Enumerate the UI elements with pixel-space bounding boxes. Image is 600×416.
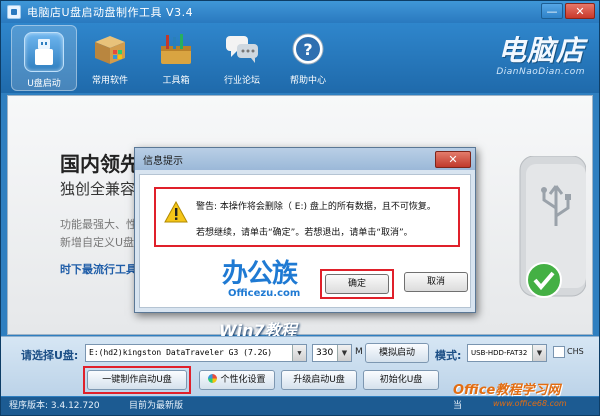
ok-button[interactable]: 确定 <box>325 274 389 294</box>
instruction-text: 若想继续，请单击“确定”。若想退出，请单击“取消”。 <box>196 228 413 238</box>
toolbar-item-label: 工具箱 <box>162 76 190 86</box>
brand-domain: DianNaoDian.com <box>496 67 585 77</box>
toolbar-item-usb-boot[interactable]: U盘启动 <box>11 25 77 91</box>
usb-device-select[interactable]: E:(hd2)kingston DataTraveler G3 (7.2G) ▼ <box>85 344 307 362</box>
usb-select-label: 请选择U盘: <box>21 349 79 362</box>
watermark-logo-sub: Officezu.com <box>228 288 301 299</box>
toolbar-item-label: U盘启动 <box>27 79 61 89</box>
dialog-close-button[interactable]: ✕ <box>435 151 471 168</box>
toolbar-item-label: 常用软件 <box>91 76 128 86</box>
update-status-text: 目前为最新版 <box>129 401 184 411</box>
mode-label: 模式: <box>435 349 462 362</box>
personalize-label: 个性化设置 <box>220 375 266 385</box>
window-controls: — ✕ <box>541 3 595 19</box>
help-icon: ? <box>288 29 328 69</box>
usb-drive-illustration-icon <box>519 156 586 298</box>
software-box-icon <box>90 29 130 69</box>
forum-chat-icon <box>222 29 262 69</box>
confirm-dialog: 信息提示 ✕ 警告: 本操作将会删除（ E:) 盘上的所有数据，且不可恢复。 若… <box>134 147 476 313</box>
close-button[interactable]: ✕ <box>565 3 595 19</box>
usb-device-value: E:(hd2)kingston DataTraveler G3 (7.2G) <box>89 348 273 357</box>
ok-button-highlight: 确定 <box>320 269 394 299</box>
dialog-title-bar: 信息提示 ✕ <box>135 148 475 170</box>
upgrade-usb-button[interactable]: 升级启动U盘 <box>281 370 357 390</box>
color-wheel-icon <box>208 374 218 383</box>
chevron-down-icon[interactable]: ▼ <box>532 345 546 361</box>
minimize-button[interactable]: — <box>541 3 563 19</box>
simulate-boot-button[interactable]: 模拟启动 <box>365 343 429 363</box>
dialog-body: 警告: 本操作将会删除（ E:) 盘上的所有数据，且不可恢复。 若想继续，请单击… <box>139 174 471 308</box>
cancel-button[interactable]: 取消 <box>404 272 468 292</box>
office68-watermark: Office教程学习网 <box>453 383 561 398</box>
chevron-down-icon[interactable]: ▼ <box>292 345 306 361</box>
mode-value: USB-HDD-FAT32 <box>471 349 528 357</box>
window-title: 电脑店U盘启动盘制作工具 V3.4 <box>27 6 194 19</box>
version-text: 程序版本: 3.4.12.720 <box>9 401 100 411</box>
app-icon <box>7 5 21 19</box>
toolbar-item-toolbox[interactable]: 工具箱 <box>143 23 209 89</box>
banner-link[interactable]: 时下最流行工具 <box>60 261 137 277</box>
warning-message-box: 警告: 本操作将会删除（ E:) 盘上的所有数据，且不可恢复。 若想继续，请单击… <box>154 187 460 247</box>
main-toolbar: U盘启动 常用软件 工具箱 行业论坛 ? 帮助中心 电脑店 DianNaoDia… <box>1 23 599 93</box>
watermark-logo-text: 办公族 <box>222 259 298 289</box>
toolbar-item-label: 帮助中心 <box>289 76 326 86</box>
toolbar-item-label: 行业论坛 <box>223 76 260 86</box>
chs-label: CHS <box>567 347 584 356</box>
toolbox-icon <box>156 29 196 69</box>
start-button-highlight: 一键制作启动U盘 <box>83 366 191 394</box>
personalize-button[interactable]: 个性化设置 <box>199 370 275 390</box>
chevron-down-icon[interactable]: ▼ <box>337 345 351 361</box>
warning-text: 警告: 本操作将会删除（ E:) 盘上的所有数据，且不可恢复。 <box>196 202 436 212</box>
chs-checkbox[interactable] <box>553 346 565 358</box>
officezu-watermark: 办公族 Officezu.com <box>222 253 300 299</box>
make-boot-usb-button[interactable]: 一键制作启动U盘 <box>87 370 187 390</box>
dialog-title: 信息提示 <box>143 155 183 167</box>
control-panel: 请选择U盘: E:(hd2)kingston DataTraveler G3 (… <box>1 336 599 398</box>
partition-size-select[interactable]: 330 ▼ <box>312 344 352 362</box>
toolbar-item-software[interactable]: 常用软件 <box>77 23 143 89</box>
banner-feature: 新增自定义U盘 <box>60 236 135 249</box>
status-right-text: 当 <box>453 401 463 411</box>
banner-subtitle: 独创全兼容 <box>60 180 136 198</box>
partition-size-value: 330 <box>316 348 334 358</box>
svg-text:?: ? <box>303 40 312 59</box>
size-unit-label: M <box>355 347 363 357</box>
usb-icon <box>24 32 64 72</box>
toolbar-item-help[interactable]: ? 帮助中心 <box>275 23 341 89</box>
office68-url-watermark: www.office68.com <box>493 399 567 408</box>
app-window: 电脑店U盘启动盘制作工具 V3.4 — ✕ U盘启动 常用软件 工具箱 行业论坛… <box>0 0 600 416</box>
banner-title-text: 国内领先 <box>60 152 140 176</box>
title-bar: 电脑店U盘启动盘制作工具 V3.4 — ✕ <box>1 1 599 23</box>
warning-icon <box>164 201 188 223</box>
brand-name: 电脑店 <box>497 34 585 67</box>
banner-feature: 功能最强大、性 <box>60 218 137 231</box>
toolbar-item-forum[interactable]: 行业论坛 <box>209 23 275 89</box>
init-usb-button[interactable]: 初始化U盘 <box>363 370 439 390</box>
mode-select[interactable]: USB-HDD-FAT32 ▼ <box>467 344 547 362</box>
brand-logo: 电脑店 DianNaoDian.com <box>496 29 585 77</box>
